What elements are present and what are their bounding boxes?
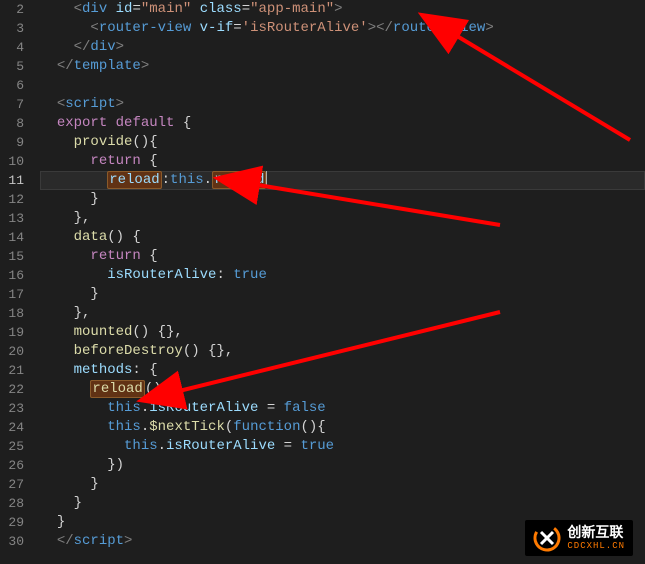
code-line[interactable]: isRouterAlive: true bbox=[40, 266, 645, 285]
line-number: 27 bbox=[0, 475, 24, 494]
code-line[interactable]: }, bbox=[40, 209, 645, 228]
code-line[interactable]: </template> bbox=[40, 57, 645, 76]
code-line[interactable]: reload(){ bbox=[40, 380, 645, 399]
line-number: 16 bbox=[0, 266, 24, 285]
line-number: 29 bbox=[0, 513, 24, 532]
line-number: 15 bbox=[0, 247, 24, 266]
line-number: 20 bbox=[0, 342, 24, 361]
code-line[interactable] bbox=[40, 76, 645, 95]
match-highlight: reload bbox=[212, 171, 266, 189]
code-line[interactable]: <script> bbox=[40, 95, 645, 114]
logo-subtext: CDCXHL.CN bbox=[567, 541, 625, 551]
logo-text: 创新互联 bbox=[567, 525, 625, 540]
line-number: 12 bbox=[0, 190, 24, 209]
code-line[interactable]: } bbox=[40, 475, 645, 494]
line-number: 26 bbox=[0, 456, 24, 475]
line-number: 21 bbox=[0, 361, 24, 380]
line-number: 3 bbox=[0, 19, 24, 38]
code-line[interactable]: export default { bbox=[40, 114, 645, 133]
code-line[interactable]: provide(){ bbox=[40, 133, 645, 152]
code-line[interactable]: this.isRouterAlive = false bbox=[40, 399, 645, 418]
line-number: 28 bbox=[0, 494, 24, 513]
code-line[interactable]: } bbox=[40, 190, 645, 209]
match-highlight: reload bbox=[107, 171, 161, 189]
code-line[interactable]: data() { bbox=[40, 228, 645, 247]
line-number: 11 bbox=[0, 171, 24, 190]
code-line[interactable]: return { bbox=[40, 247, 645, 266]
code-line[interactable]: } bbox=[40, 285, 645, 304]
code-line-active[interactable]: reload:this.reload bbox=[40, 171, 645, 190]
code-line[interactable]: beforeDestroy() {}, bbox=[40, 342, 645, 361]
line-number: 5 bbox=[0, 57, 24, 76]
line-number: 19 bbox=[0, 323, 24, 342]
line-number: 14 bbox=[0, 228, 24, 247]
line-number: 7 bbox=[0, 95, 24, 114]
code-area[interactable]: <div id="main" class="app-main"> <router… bbox=[36, 0, 645, 564]
code-line[interactable]: this.$nextTick(function(){ bbox=[40, 418, 645, 437]
code-line[interactable]: }, bbox=[40, 304, 645, 323]
text-cursor bbox=[266, 171, 267, 187]
code-line[interactable]: this.isRouterAlive = true bbox=[40, 437, 645, 456]
line-number: 6 bbox=[0, 76, 24, 95]
logo-icon bbox=[533, 524, 561, 552]
line-number: 17 bbox=[0, 285, 24, 304]
line-number: 10 bbox=[0, 152, 24, 171]
line-number: 22 bbox=[0, 380, 24, 399]
code-line[interactable]: methods: { bbox=[40, 361, 645, 380]
code-line[interactable]: mounted() {}, bbox=[40, 323, 645, 342]
code-line[interactable]: <div id="main" class="app-main"> bbox=[40, 0, 645, 19]
code-line[interactable]: <router-view v-if='isRouterAlive'></rout… bbox=[40, 19, 645, 38]
line-number: 23 bbox=[0, 399, 24, 418]
line-number: 24 bbox=[0, 418, 24, 437]
line-number: 13 bbox=[0, 209, 24, 228]
line-number: 2 bbox=[0, 0, 24, 19]
line-number: 18 bbox=[0, 304, 24, 323]
line-number: 25 bbox=[0, 437, 24, 456]
line-number: 30 bbox=[0, 532, 24, 551]
line-number: 9 bbox=[0, 133, 24, 152]
watermark-logo: 创新互联 CDCXHL.CN bbox=[525, 520, 633, 556]
code-line[interactable]: return { bbox=[40, 152, 645, 171]
line-number: 8 bbox=[0, 114, 24, 133]
match-highlight: reload bbox=[90, 380, 144, 398]
code-line[interactable]: } bbox=[40, 494, 645, 513]
line-number-gutter: 2 3 4 5 6 7 8 9 10 11 12 13 14 15 16 17 … bbox=[0, 0, 36, 564]
code-line[interactable]: </div> bbox=[40, 38, 645, 57]
code-editor[interactable]: 2 3 4 5 6 7 8 9 10 11 12 13 14 15 16 17 … bbox=[0, 0, 645, 564]
line-number: 4 bbox=[0, 38, 24, 57]
code-line[interactable]: }) bbox=[40, 456, 645, 475]
